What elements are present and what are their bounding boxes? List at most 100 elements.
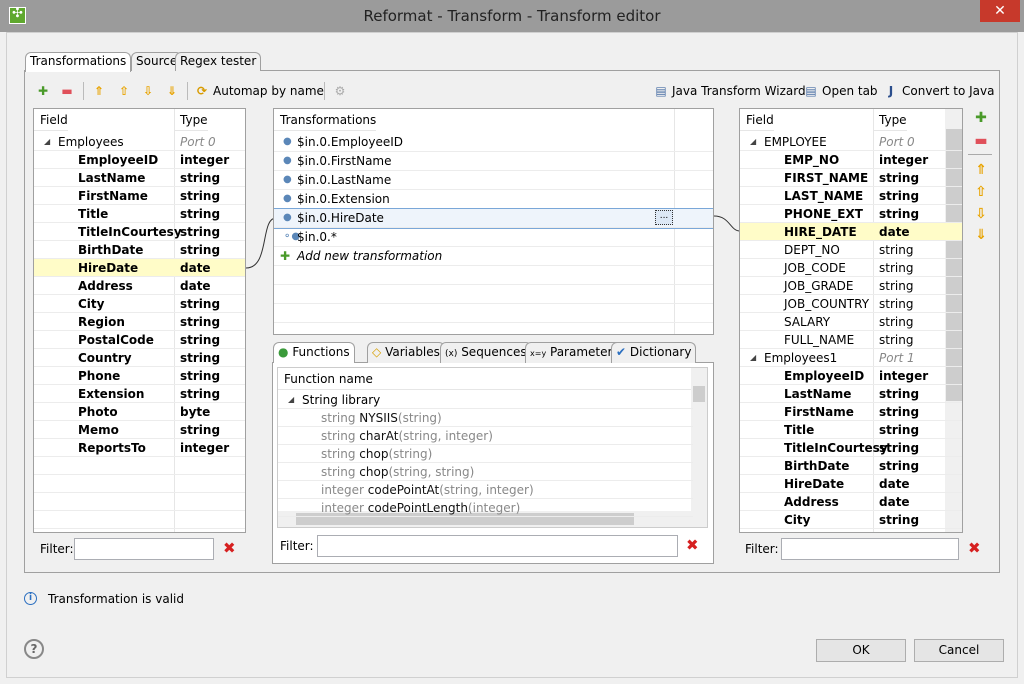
field-row[interactable]: FULL_NAME string [740,331,962,349]
add-icon[interactable]: ✚ [974,110,988,126]
field-row[interactable]: ReportsTo integer [34,439,245,457]
transformation-row[interactable]: ● $in.0.EmployeeID [274,133,713,152]
tab-dictionary[interactable]: ✔ Dictionary [611,342,697,363]
convert-java-button[interactable]: J Convert to Java [884,82,995,100]
column-header-type[interactable]: Type [873,109,907,131]
tab-sequences[interactable]: (x) Sequences [440,342,532,363]
move-top-icon[interactable]: ⇑ [974,162,988,178]
open-tab-button[interactable]: ▤ Open tab [804,82,877,100]
field-row[interactable]: LAST_NAME string [740,187,962,205]
expand-arrow-icon[interactable]: ◢ [44,133,50,151]
field-row[interactable]: HireDate date [34,259,245,277]
tab-parameters[interactable]: x=y Parameters [525,342,624,363]
tab-variables[interactable]: ◇ Variables [367,342,445,363]
move-top-icon[interactable]: ⇑ [92,82,106,100]
target-filter-input[interactable] [781,538,959,560]
move-down-icon[interactable]: ⇩ [141,82,155,100]
field-row[interactable]: Address date [34,277,245,295]
field-row[interactable]: JOB_COUNTRY string [740,295,962,313]
field-row[interactable]: Photo byte [34,403,245,421]
edit-expression-button[interactable]: ... [655,210,673,225]
transformation-row[interactable]: ● $in.0.LastName [274,171,713,190]
function-row[interactable]: string NYSIIS(string) [278,409,693,427]
field-row[interactable]: Country string [34,349,245,367]
clear-filter-icon[interactable]: ✖ [686,536,699,554]
field-row[interactable]: TitleInCourtesy string [34,223,245,241]
clear-filter-icon[interactable]: ✖ [968,539,981,557]
move-down-icon[interactable]: ⇩ [974,206,988,222]
transformation-row[interactable]: ⚬● $in.0.* [274,228,713,247]
vertical-scrollbar[interactable] [691,368,707,512]
field-row[interactable]: PHONE_EXT string [740,205,962,223]
field-row[interactable]: BirthDate string [34,241,245,259]
move-up-icon[interactable]: ⇧ [117,82,131,100]
remove-icon[interactable]: ▬ [60,82,74,100]
field-row[interactable]: Address date [740,493,962,511]
source-fields-table[interactable]: Field Type ◢ Employees Port 0 EmployeeID int… [33,108,246,533]
field-row[interactable]: TitleInCourtesy string [740,439,962,457]
gears-icon[interactable]: ⚙ [333,82,347,100]
field-row[interactable]: Region string [34,313,245,331]
function-row[interactable]: integer codePointAt(string, integer) [278,481,693,499]
transformation-row[interactable]: ● $in.0.Extension [274,190,713,209]
field-row[interactable]: HIRE_DATE date [740,223,962,241]
function-row[interactable]: string chop(string) [278,445,693,463]
tree-group-row[interactable]: ◢ Employees1 Port 1 [740,349,962,367]
close-button[interactable]: ✕ [980,0,1020,22]
target-fields-table[interactable]: Field Type ◢ EMPLOYEE Port 0 EMP_NO integer F… [739,108,963,533]
tab-transformations[interactable]: Transformations [25,52,132,72]
function-row[interactable]: string chop(string, string) [278,463,693,481]
column-header-field[interactable]: Field [740,109,774,131]
function-row[interactable]: string charAt(string, integer) [278,427,693,445]
move-bottom-icon[interactable]: ⇓ [165,82,179,100]
field-row[interactable]: FIRST_NAME string [740,169,962,187]
transformations-table[interactable]: Transformations ● $in.0.EmployeeID ● $in.0.… [273,108,714,335]
expand-arrow-icon[interactable]: ◢ [750,349,756,367]
field-row[interactable]: FirstName string [34,187,245,205]
clear-filter-icon[interactable]: ✖ [223,539,236,557]
tree-group-row[interactable]: ◢ Employees Port 0 [34,133,245,151]
field-row[interactable]: FirstName string [740,403,962,421]
field-row[interactable]: Title string [740,421,962,439]
field-row[interactable]: LastName string [34,169,245,187]
field-row[interactable]: Extension string [34,385,245,403]
tab-functions[interactable]: ● Functions [273,342,355,363]
field-row[interactable]: JOB_CODE string [740,259,962,277]
java-wizard-button[interactable]: ▤ Java Transform Wizard [654,82,805,100]
expand-arrow-icon[interactable]: ◢ [750,133,756,151]
automap-button[interactable]: ⟳ Automap by name [195,82,324,100]
column-header-field[interactable]: Field [34,109,68,131]
field-row[interactable]: HireDate date [740,475,962,493]
move-up-icon[interactable]: ⇧ [974,184,988,200]
transformation-row[interactable]: ● $in.0.FirstName [274,152,713,171]
functions-table[interactable]: Function name ◢ String library string NYSI… [277,367,708,528]
expand-arrow-icon[interactable]: ◢ [288,391,294,409]
field-row[interactable]: Title string [34,205,245,223]
field-row[interactable]: BirthDate string [740,457,962,475]
field-row[interactable]: JOB_GRADE string [740,277,962,295]
transformation-row[interactable]: ● $in.0.HireDate... [274,208,713,229]
field-row[interactable]: PostalCode string [34,331,245,349]
field-row[interactable]: EmployeeID integer [740,367,962,385]
field-row[interactable]: EmployeeID integer [34,151,245,169]
functions-filter-input[interactable] [317,535,678,557]
field-row[interactable]: LastName string [740,385,962,403]
ok-button[interactable]: OK [816,639,906,662]
source-filter-input[interactable] [74,538,214,560]
add-transformation-row[interactable]: ✚ Add new transformation [274,247,713,266]
field-row[interactable]: Phone string [34,367,245,385]
field-row[interactable]: City string [34,295,245,313]
field-row[interactable]: DEPT_NO string [740,241,962,259]
function-group-row[interactable]: ◢ String library [278,391,693,409]
add-icon[interactable]: ✚ [36,82,50,100]
field-row[interactable]: SALARY string [740,313,962,331]
field-row[interactable]: Memo string [34,421,245,439]
tree-group-row[interactable]: ◢ EMPLOYEE Port 0 [740,133,962,151]
tab-regex-tester[interactable]: Regex tester [175,52,262,71]
help-button[interactable]: ? [24,639,44,659]
column-header-type[interactable]: Type [174,109,208,131]
function-row[interactable]: integer codePointLength(integer) [278,499,693,517]
cancel-button[interactable]: Cancel [914,639,1004,662]
remove-icon[interactable]: ▬ [974,133,988,149]
move-bottom-icon[interactable]: ⇓ [974,227,988,243]
